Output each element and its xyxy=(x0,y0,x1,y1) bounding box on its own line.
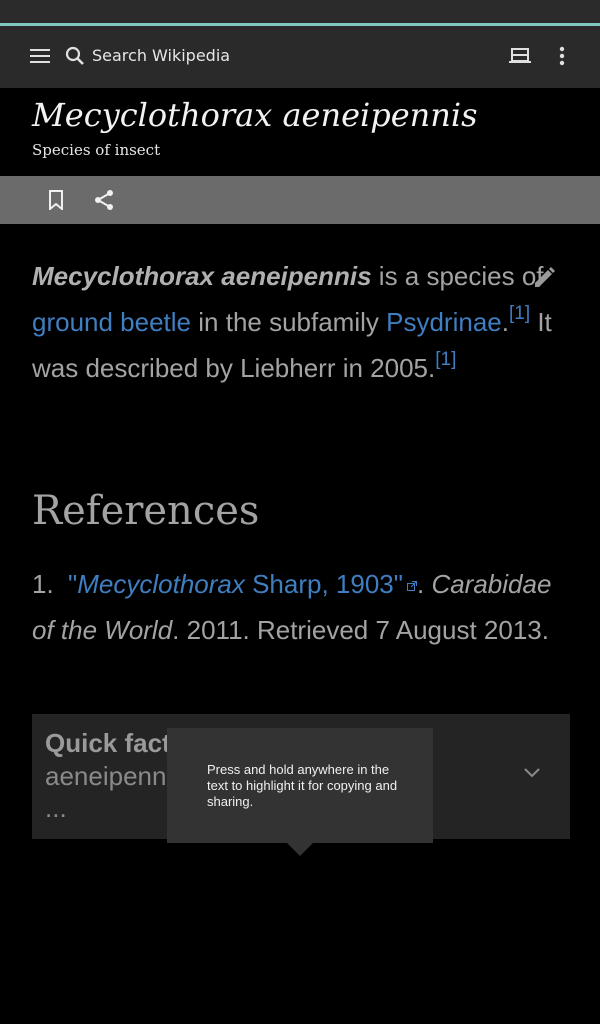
highlight-tip-tooltip[interactable]: Press and hold anywhere in the text to h… xyxy=(167,728,433,843)
edit-pencil-icon[interactable] xyxy=(528,262,560,294)
tabs-icon[interactable] xyxy=(498,36,542,76)
reference-item: 1. "Mecyclothorax Sharp, 1903". Carabidae… xyxy=(32,561,572,653)
share-icon[interactable] xyxy=(88,184,120,216)
quick-facts-title: Quick facts xyxy=(45,728,186,758)
article-bold-title: Mecyclothorax aeneipennis xyxy=(32,261,372,291)
status-bar xyxy=(0,0,600,24)
search-input[interactable]: Search Wikipedia xyxy=(92,46,230,65)
article-text: . xyxy=(501,307,509,337)
external-link-icon xyxy=(406,581,417,591)
bookmark-icon[interactable] xyxy=(40,184,72,216)
overflow-menu-icon[interactable] xyxy=(546,36,578,76)
tooltip-arrow xyxy=(286,842,314,856)
citation-link[interactable]: [1] xyxy=(435,349,456,370)
references-heading: References xyxy=(32,488,260,534)
search-icon[interactable] xyxy=(62,36,88,76)
reference-number: 1. xyxy=(32,569,54,599)
page-title: Mecyclothorax aeneipennis xyxy=(32,96,478,134)
menu-icon[interactable] xyxy=(20,36,60,76)
citation-link[interactable]: [1] xyxy=(509,303,530,324)
article-lead-paragraph: Mecyclothorax aeneipennis is a species o… xyxy=(32,253,572,391)
page-subtitle: Species of insect xyxy=(32,141,161,159)
link-ground-beetle[interactable]: ground beetle xyxy=(32,307,191,337)
article-text: in the subfamily xyxy=(191,307,387,337)
chevron-down-icon[interactable] xyxy=(522,762,548,788)
top-toolbar: Search Wikipedia xyxy=(0,26,600,88)
link-psydrinae[interactable]: Psydrinae xyxy=(386,307,502,337)
reference-link[interactable]: "Mecyclothorax Sharp, 1903" xyxy=(68,569,403,599)
article-text: is a species of xyxy=(371,261,544,291)
tooltip-text: Press and hold anywhere in the text to h… xyxy=(207,762,398,809)
